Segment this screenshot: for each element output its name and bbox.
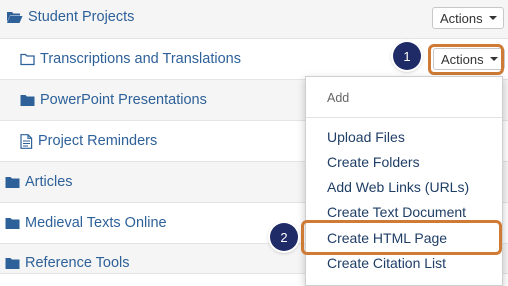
- actions-button-student-projects[interactable]: Actions: [432, 7, 504, 29]
- step-badge-2: 2: [270, 223, 298, 251]
- menu-divider: [306, 117, 502, 118]
- step-badge-1: 1: [393, 42, 421, 70]
- folder-label: Student Projects: [28, 9, 135, 25]
- folder-item-articles[interactable]: Articles: [5, 174, 73, 190]
- folder-item-reference-tools[interactable]: Reference Tools: [5, 255, 130, 271]
- folder-icon: [20, 94, 35, 107]
- folder-label: Medieval Texts Online: [25, 215, 167, 231]
- folder-icon: [5, 217, 20, 230]
- folder-item-medieval-texts[interactable]: Medieval Texts Online: [5, 215, 167, 231]
- folder-outline-icon: [20, 53, 35, 66]
- folder-item-student-projects[interactable]: Student Projects: [6, 9, 134, 25]
- actions-highlight: [428, 44, 504, 75]
- html-page-highlight: [301, 220, 502, 255]
- folder-label: Articles: [25, 174, 73, 190]
- folder-icon: [5, 257, 20, 270]
- document-icon: [20, 133, 33, 149]
- folder-label: Transcriptions and Translations: [40, 51, 241, 67]
- folder-item-powerpoint[interactable]: PowerPoint Presentations: [20, 92, 207, 108]
- file-label: Project Reminders: [38, 133, 158, 149]
- folder-item-transcriptions[interactable]: Transcriptions and Translations: [20, 51, 241, 67]
- menu-item-create-text-document[interactable]: Create Text Document: [327, 204, 466, 220]
- folder-icon: [5, 176, 20, 189]
- menu-item-upload-files[interactable]: Upload Files: [327, 129, 405, 145]
- folder-label: Reference Tools: [25, 255, 130, 271]
- folder-label: PowerPoint Presentations: [40, 92, 207, 108]
- actions-label: Actions: [440, 10, 483, 26]
- menu-item-create-citation-list[interactable]: Create Citation List: [327, 255, 446, 271]
- caret-down-icon: [488, 16, 497, 20]
- menu-header-add: Add: [327, 91, 350, 105]
- menu-item-create-folders[interactable]: Create Folders: [327, 154, 420, 170]
- menu-item-add-web-links[interactable]: Add Web Links (URLs): [327, 179, 469, 195]
- file-item-project-reminders[interactable]: Project Reminders: [20, 133, 157, 149]
- folder-open-icon: [6, 10, 23, 24]
